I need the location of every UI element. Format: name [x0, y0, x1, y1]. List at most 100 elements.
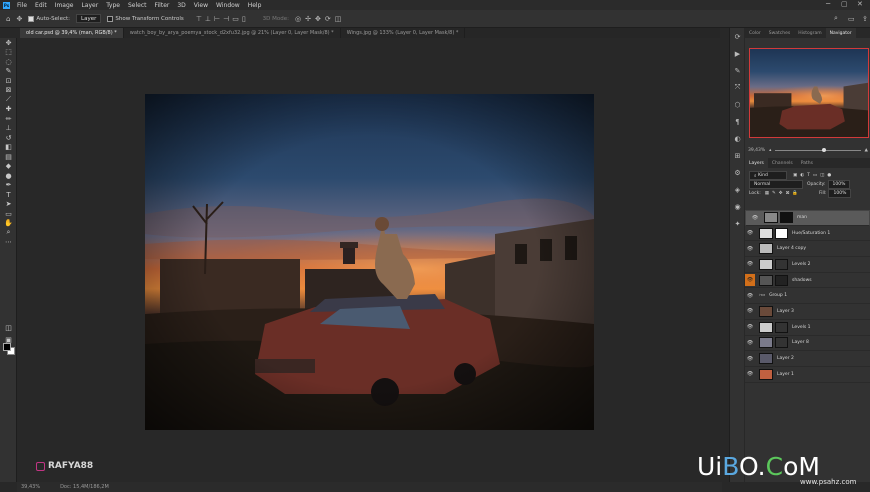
layer-name[interactable]: Levels 2	[792, 262, 811, 267]
layer-name[interactable]: Layer 8	[792, 340, 809, 345]
zoom-slider[interactable]	[775, 147, 861, 152]
layer-row[interactable]: 👁 Layer 4 copy	[745, 241, 870, 258]
history-icon[interactable]: ⟳	[730, 28, 745, 45]
paragraph-icon[interactable]: ¶	[730, 113, 745, 130]
layer-name[interactable]: Layer 3	[777, 309, 794, 314]
tab-histogram[interactable]: Histogram	[794, 28, 825, 38]
layer-name[interactable]: Levels 1	[792, 325, 811, 330]
visibility-eye-icon[interactable]: 👁	[745, 246, 755, 252]
layer-thumbnail[interactable]	[759, 368, 773, 380]
layer-mask-thumbnail[interactable]	[775, 258, 788, 270]
home-icon[interactable]: ⌂	[6, 15, 10, 23]
brush-tool-icon[interactable]: ✏	[0, 114, 17, 124]
quick-select-tool-icon[interactable]: ✎	[0, 67, 17, 77]
navigator-zoom-value[interactable]: 39,43%	[748, 148, 765, 153]
layer-row[interactable]: 👁 Hue/Saturation 1	[745, 226, 870, 242]
tab-watch-boy[interactable]: watch_boy_by_arya_poemya_stock_d2xfu32.j…	[124, 28, 341, 38]
move-tool-icon[interactable]: ✥	[16, 15, 22, 23]
auto-select-dropdown[interactable]: Layer	[76, 14, 102, 23]
menu-layer[interactable]: Layer	[77, 2, 102, 9]
layers-icon[interactable]: ◈	[730, 181, 745, 198]
layer-name[interactable]: man	[797, 215, 807, 220]
layer-row[interactable]: 👁 Layer 2	[745, 351, 870, 367]
visibility-eye-icon[interactable]: 👁	[745, 261, 755, 267]
eraser-tool-icon[interactable]: ◧	[0, 143, 17, 153]
tab-color[interactable]: Color	[745, 28, 765, 38]
show-transform-checkbox[interactable]: Show Transform Controls	[107, 15, 184, 22]
workspace-icon[interactable]: ▭	[848, 15, 855, 23]
folder-icon[interactable]: ›▭	[759, 293, 765, 298]
hand-tool-icon[interactable]: ✋	[0, 219, 17, 229]
3d-tools-icons[interactable]: ◎✢✥⟳◫	[295, 15, 345, 23]
tab-navigator[interactable]: Navigator	[825, 28, 856, 38]
tab-swatches[interactable]: Swatches	[765, 28, 795, 38]
minimize-button[interactable]: ─	[826, 0, 830, 8]
zoom-slider-knob[interactable]	[822, 147, 827, 152]
visibility-eye-icon[interactable]: 👁	[745, 293, 755, 299]
path-select-tool-icon[interactable]: ➤	[0, 200, 17, 210]
layer-row[interactable]: 👁 shadows	[745, 273, 870, 289]
layer-thumbnail[interactable]	[759, 274, 773, 286]
menu-type[interactable]: Type	[102, 2, 124, 9]
canvas-area[interactable]	[17, 38, 722, 482]
stamp-tool-icon[interactable]: ⊥	[0, 124, 17, 134]
dodge-tool-icon[interactable]: ●	[0, 171, 17, 181]
share-icon[interactable]: ⇪	[862, 15, 868, 23]
tab-layers[interactable]: Layers	[745, 158, 768, 168]
channels-icon[interactable]: ◉	[730, 198, 745, 215]
layer-name[interactable]: Group 1	[769, 293, 787, 298]
photoshop-logo-icon[interactable]: Ps	[3, 1, 10, 9]
adjustments-icon[interactable]: ◐	[730, 130, 745, 147]
gradient-tool-icon[interactable]: ▤	[0, 152, 17, 162]
opacity-input[interactable]: 100%	[827, 180, 851, 189]
menu-filter[interactable]: Filter	[151, 2, 174, 9]
visibility-eye-icon[interactable]: 👁	[745, 371, 755, 377]
layer-thumbnail[interactable]	[759, 227, 773, 239]
navigator-preview[interactable]	[749, 48, 869, 138]
play-icon[interactable]: ▶	[730, 45, 745, 62]
maximize-button[interactable]: ▢	[841, 0, 848, 8]
layer-mask-thumbnail[interactable]	[775, 274, 788, 286]
tab-old-car[interactable]: old car.psd @ 39,4% (man, RGB/8) *	[20, 28, 124, 38]
layer-row[interactable]: 👁 Layer 8	[745, 336, 870, 352]
filter-kind-dropdown[interactable]: ⌕ Kind	[749, 171, 787, 180]
brush-settings-icon[interactable]: ✎	[730, 62, 745, 79]
foreground-color[interactable]	[3, 343, 11, 351]
layer-mask-thumbnail[interactable]	[780, 212, 793, 224]
layer-thumbnail[interactable]	[759, 258, 773, 270]
layer-row[interactable]: 👁 ›▭ Group 1	[745, 288, 870, 305]
visibility-eye-icon[interactable]: 👁	[750, 215, 760, 221]
visibility-eye-icon[interactable]: 👁	[745, 356, 755, 362]
tab-paths[interactable]: Paths	[797, 158, 817, 168]
quick-mask-icon[interactable]: ◫	[0, 323, 17, 333]
crop-tool-icon[interactable]: ⊡	[0, 76, 17, 86]
pen-tool-icon[interactable]: ✒	[0, 181, 17, 191]
layer-mask-thumbnail[interactable]	[775, 321, 788, 333]
tab-wings[interactable]: Wings.jpg @ 133% (Layer 0, Layer Mask/8)…	[341, 28, 466, 38]
more-tools-icon[interactable]: ⋯	[0, 238, 17, 248]
align-icons[interactable]: ⊤⊥⊢⊣▭▯	[196, 15, 249, 23]
tab-channels[interactable]: Channels	[768, 158, 797, 168]
visibility-eye-icon[interactable]: 👁	[745, 274, 755, 287]
layer-row[interactable]: 👁 man	[745, 210, 870, 226]
blur-tool-icon[interactable]: ◆	[0, 162, 17, 172]
lasso-tool-icon[interactable]: ◌	[0, 57, 17, 67]
layer-name[interactable]: Layer 4 copy	[777, 246, 806, 251]
close-button[interactable]: ✕	[857, 0, 863, 8]
menu-3d[interactable]: 3D	[173, 2, 189, 9]
menu-view[interactable]: View	[190, 2, 212, 9]
layer-mask-thumbnail[interactable]	[775, 227, 788, 239]
menu-help[interactable]: Help	[244, 2, 266, 9]
menu-edit[interactable]: Edit	[31, 2, 51, 9]
fill-input[interactable]: 100%	[828, 189, 852, 198]
menu-file[interactable]: File	[13, 2, 31, 9]
zoom-in-icon[interactable]: ▲	[865, 148, 868, 153]
layer-name[interactable]: Hue/Saturation 1	[792, 231, 830, 236]
blend-mode-dropdown[interactable]: Normal	[749, 180, 803, 189]
move-tool-icon[interactable]: ✥	[0, 38, 17, 48]
healing-tool-icon[interactable]: ✚	[0, 105, 17, 115]
history-brush-tool-icon[interactable]: ↺	[0, 133, 17, 143]
eyedropper-tool-icon[interactable]: ⟋	[0, 95, 17, 105]
layer-name[interactable]: Layer 1	[777, 372, 794, 377]
layer-row[interactable]: 👁 Layer 3	[745, 304, 870, 320]
